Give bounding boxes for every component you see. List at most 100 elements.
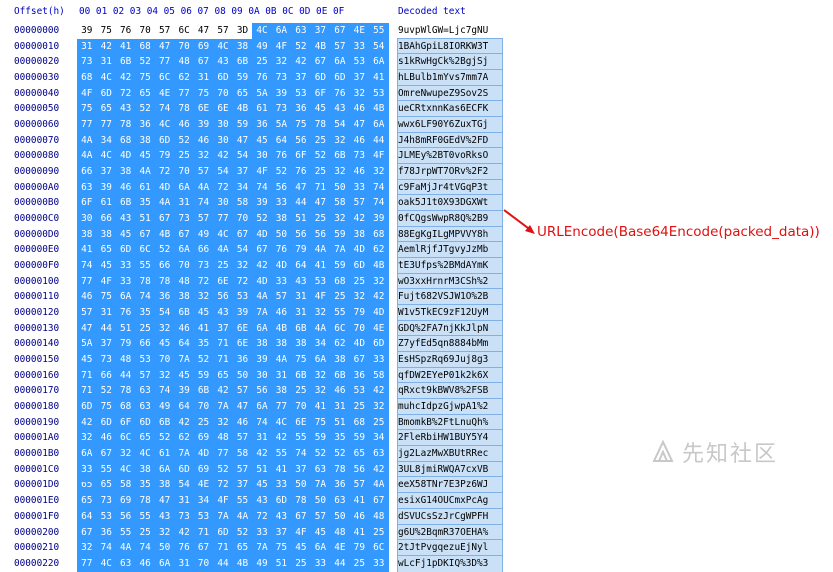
hex-byte[interactable]: 4D — [115, 148, 136, 165]
hex-byte[interactable]: 42 — [115, 70, 136, 86]
hex-byte[interactable]: 47 — [310, 195, 331, 212]
decoded-text[interactable]: 1BAhGpiL8IORKW3T — [397, 37, 503, 56]
hex-byte[interactable]: 38 — [135, 461, 155, 478]
hex-byte[interactable]: 6F — [291, 148, 311, 165]
hex-byte[interactable]: 57 — [349, 195, 370, 212]
hex-byte[interactable]: 6B — [291, 367, 311, 384]
hex-byte[interactable]: 32 — [330, 164, 350, 180]
hex-byte[interactable]: 74 — [291, 446, 311, 462]
hex-byte[interactable]: 4C — [271, 414, 292, 431]
hex-byte[interactable]: 45 — [310, 101, 331, 118]
hex-byte[interactable]: 78 — [291, 493, 311, 509]
hex-byte[interactable]: 32 — [369, 164, 389, 180]
hex-byte[interactable]: 6B — [291, 320, 311, 337]
hex-byte[interactable]: 56 — [349, 461, 370, 478]
hex-byte[interactable]: 71 — [77, 383, 97, 400]
hex-byte[interactable]: 4F — [271, 38, 292, 55]
hex-byte[interactable]: 32 — [271, 54, 292, 71]
hex-byte[interactable]: 67 — [193, 54, 214, 71]
hex-byte[interactable]: 4A — [193, 179, 214, 196]
hex-byte[interactable]: 6E — [193, 101, 214, 118]
hex-byte[interactable]: 6B — [330, 367, 350, 384]
hex-byte[interactable]: 75 — [96, 399, 116, 415]
hex-byte[interactable]: 52 — [232, 524, 253, 541]
hex-byte[interactable]: 39 — [369, 211, 389, 227]
hex-byte[interactable]: 51 — [135, 211, 155, 227]
hex-byte[interactable]: 65 — [77, 493, 97, 509]
hex-byte[interactable]: 45 — [96, 258, 116, 274]
hex-byte[interactable]: 25 — [213, 258, 233, 274]
hex-byte[interactable]: 37 — [96, 336, 116, 353]
decoded-text[interactable]: 88EgKgILgMPVVY8h — [397, 225, 503, 244]
hex-byte[interactable]: 44 — [291, 195, 311, 212]
hex-byte[interactable]: 73 — [96, 493, 116, 509]
hex-byte[interactable]: 63 — [135, 383, 155, 400]
hex-byte[interactable]: 65 — [213, 367, 233, 384]
hex-byte[interactable]: 57 — [213, 23, 233, 39]
hex-byte[interactable]: 6D — [115, 242, 136, 259]
hex-byte[interactable]: 67 — [369, 493, 389, 509]
hex-byte[interactable]: 78 — [330, 461, 350, 478]
hex-byte[interactable]: 56 — [252, 383, 272, 400]
hex-byte[interactable]: 46 — [349, 101, 370, 118]
hex-byte[interactable]: 61 — [252, 101, 272, 118]
hex-byte[interactable]: 33 — [369, 352, 389, 368]
decoded-text[interactable]: wO3xxHrnrM3CSh%2 — [397, 272, 503, 291]
decoded-text[interactable]: Z7yfEd5qn8884bMm — [397, 335, 503, 354]
hex-byte[interactable]: 32 — [154, 367, 175, 384]
hex-byte[interactable]: 33 — [115, 258, 136, 274]
hex-byte[interactable]: 53 — [291, 85, 311, 102]
decoded-text[interactable]: BmomkB%2FtLnuQh% — [397, 413, 503, 432]
hex-byte[interactable]: 45 — [252, 132, 272, 149]
hex-byte[interactable]: 44 — [330, 555, 350, 572]
hex-byte[interactable]: 45 — [252, 477, 272, 494]
hex-byte[interactable]: 6C — [135, 242, 155, 259]
hex-byte[interactable]: 6A — [252, 320, 272, 337]
hex-byte[interactable]: 32 — [310, 305, 331, 321]
hex-byte[interactable]: 69 — [193, 38, 214, 55]
hex-byte[interactable]: 46 — [193, 132, 214, 149]
hex-byte[interactable]: 6A — [252, 399, 272, 415]
hex-byte[interactable]: 71 — [213, 336, 233, 353]
hex-byte[interactable]: 74 — [135, 289, 155, 306]
hex-byte[interactable]: 31 — [291, 305, 311, 321]
hex-byte[interactable]: 47 — [154, 493, 175, 509]
hex-byte[interactable]: 54 — [369, 38, 389, 55]
hex-byte[interactable]: 6B — [193, 383, 214, 400]
hex-byte[interactable]: 4E — [330, 540, 350, 556]
hex-byte[interactable]: 4B — [154, 226, 175, 243]
hex-byte[interactable]: 35 — [135, 477, 155, 494]
hex-byte[interactable]: 58 — [330, 195, 350, 212]
hex-byte[interactable]: 76 — [330, 85, 350, 102]
hex-byte[interactable]: 31 — [174, 555, 194, 572]
hex-byte[interactable]: 55 — [232, 493, 253, 509]
hex-byte[interactable]: 36 — [252, 117, 272, 133]
hex-byte[interactable]: 32 — [369, 273, 389, 290]
hex-byte[interactable]: 37 — [232, 164, 253, 180]
hex-byte[interactable]: 63 — [291, 23, 311, 39]
hex-byte[interactable]: 62 — [369, 242, 389, 259]
hex-byte[interactable]: 47 — [232, 399, 253, 415]
hex-byte[interactable]: 6C — [330, 320, 350, 337]
hex-byte[interactable]: 45 — [174, 367, 194, 384]
hex-byte[interactable]: 54 — [213, 164, 233, 180]
hex-byte[interactable]: 4A — [252, 289, 272, 306]
hex-byte[interactable]: 56 — [115, 508, 136, 525]
hex-byte[interactable]: 42 — [271, 430, 292, 447]
hex-byte[interactable]: 48 — [174, 273, 194, 290]
hex-byte[interactable]: 57 — [232, 430, 253, 447]
hex-byte[interactable]: 77 — [77, 117, 97, 133]
hex-byte[interactable]: 7A — [174, 446, 194, 462]
hex-byte[interactable]: 58 — [369, 367, 389, 384]
hex-byte[interactable]: 44 — [96, 320, 116, 337]
hex-byte[interactable]: 37 — [271, 524, 292, 541]
hex-byte[interactable]: 42 — [369, 461, 389, 478]
hex-byte[interactable]: 78 — [310, 117, 331, 133]
hex-byte[interactable]: 67 — [174, 226, 194, 243]
hex-byte[interactable]: 73 — [271, 70, 292, 86]
hex-byte[interactable]: 58 — [232, 446, 253, 462]
decoded-text[interactable]: 2tJtPvgqezuEjNyl — [397, 539, 503, 557]
hex-byte[interactable]: 74 — [135, 540, 155, 556]
hex-byte[interactable]: 65 — [135, 85, 155, 102]
decoded-text[interactable]: Fujt682VSJW1O%2B — [397, 288, 503, 307]
